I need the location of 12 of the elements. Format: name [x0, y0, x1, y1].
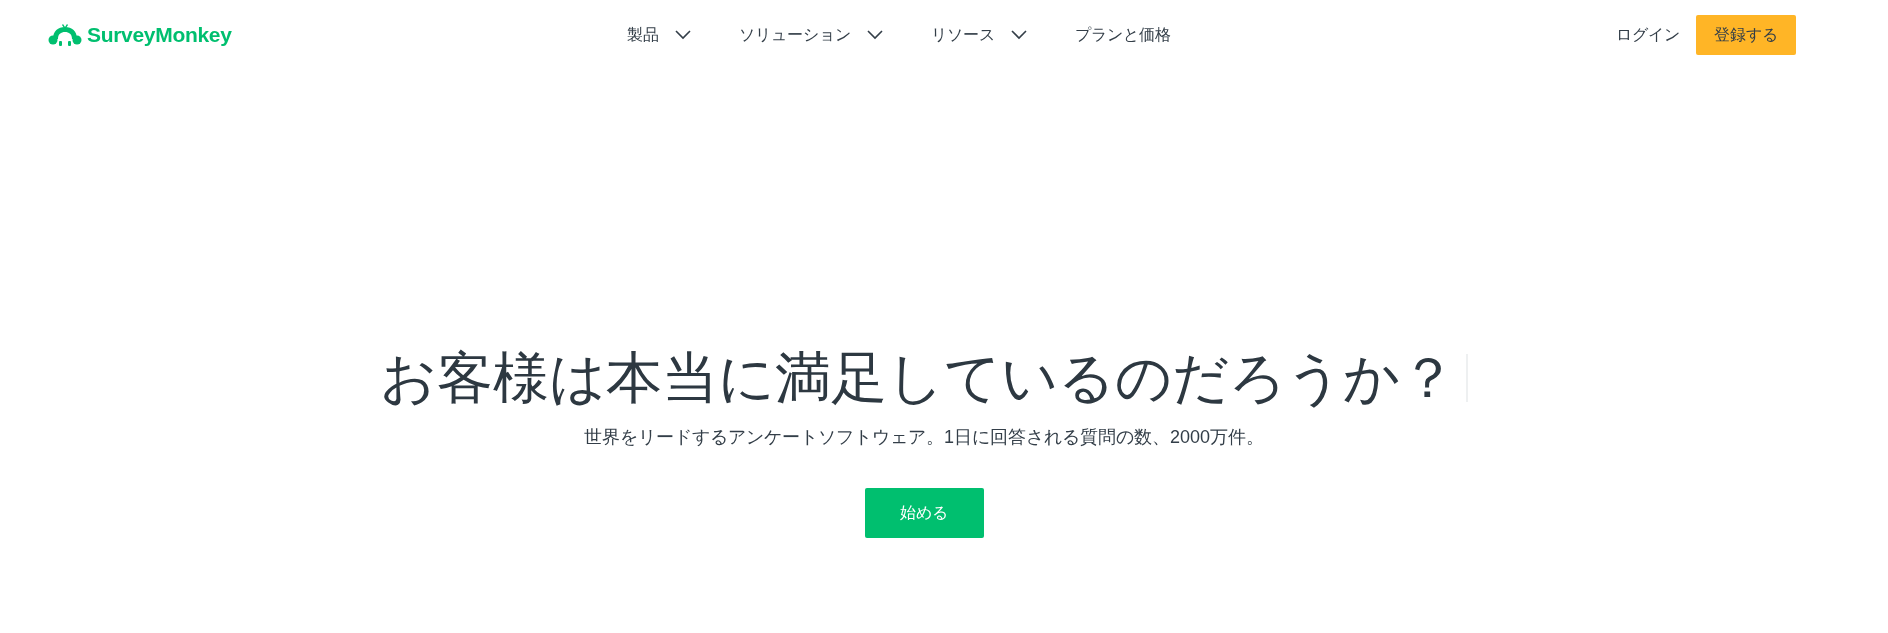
login-link[interactable]: ログイン — [1616, 24, 1680, 46]
nav-menu-button[interactable]: リソース — [931, 24, 1027, 46]
chevron-down-icon — [675, 30, 691, 40]
headline: お客様は本当に満足しているのだろうか？ — [380, 345, 1456, 411]
nav-menu-button[interactable]: ソリューション — [739, 24, 883, 46]
chevron-down-icon — [1011, 30, 1027, 40]
chevron-down-icon — [867, 30, 883, 40]
nav-menu-button[interactable]: 製品 — [627, 24, 691, 46]
monkey-logo-icon — [48, 22, 82, 48]
subtitle: 世界をリードするアンケートソフトウェア。1日に回答される質問の数、2000万件。 — [583, 426, 1265, 449]
nav-link[interactable]: プランと価格 — [1075, 24, 1171, 46]
signup-button[interactable]: 登録する — [1696, 15, 1796, 55]
